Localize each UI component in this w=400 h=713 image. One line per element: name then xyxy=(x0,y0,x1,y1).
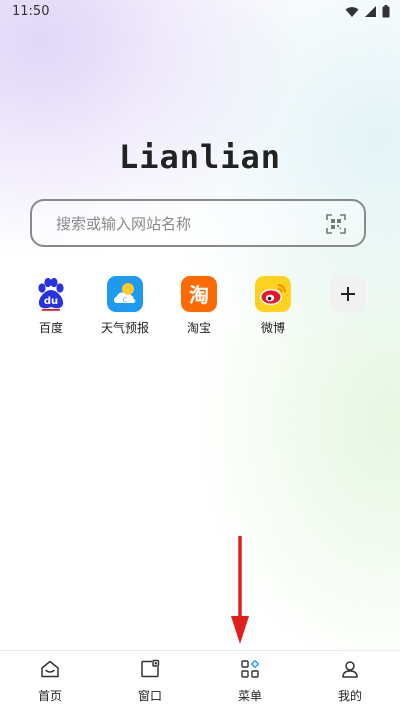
nav-profile[interactable]: 我的 xyxy=(320,659,380,704)
nav-label-profile: 我的 xyxy=(337,689,362,703)
shortcut-label-weather: 天气预报 xyxy=(100,321,149,335)
user-icon xyxy=(342,661,358,678)
bottom-nav: 首页 窗口 菜单 我的 xyxy=(0,650,400,713)
nav-label-menu: 菜单 xyxy=(237,689,262,703)
status-bar: 11:50 xyxy=(0,0,400,24)
nav-home[interactable]: 首页 xyxy=(20,659,80,704)
weather-icon: C xyxy=(107,276,143,312)
taobao-icon: 淘 xyxy=(181,276,217,312)
shortcut-weather[interactable]: C 天气预报 xyxy=(90,276,160,336)
annotation-arrow-icon xyxy=(231,536,249,644)
shortcut-weibo[interactable]: 微博 xyxy=(238,276,308,336)
shortcut-taobao[interactable]: 淘 淘宝 xyxy=(164,276,234,336)
menu-grid-icon xyxy=(241,660,259,678)
baidu-paw-icon: du xyxy=(33,276,69,312)
signal-icon xyxy=(365,6,376,17)
weibo-icon xyxy=(255,276,291,312)
shortcut-label-baidu: 百度 xyxy=(38,321,63,335)
svg-text:淘: 淘 xyxy=(189,283,209,307)
svg-text:du: du xyxy=(44,296,58,307)
plus-icon xyxy=(341,287,355,301)
window-icon xyxy=(141,659,160,678)
nav-label-home: 首页 xyxy=(37,689,62,703)
add-shortcut-button[interactable] xyxy=(330,276,366,312)
nav-menu[interactable]: 菜单 xyxy=(220,659,280,704)
wifi-icon xyxy=(345,6,359,17)
nav-label-window: 窗口 xyxy=(137,689,162,703)
status-time: 11:50 xyxy=(12,4,50,19)
nav-window[interactable]: 窗口 xyxy=(120,659,180,704)
shortcut-baidu[interactable]: du 百度 xyxy=(16,276,86,336)
search-box[interactable] xyxy=(30,199,366,247)
shortcut-label-weibo: 微博 xyxy=(260,321,285,335)
status-icons xyxy=(345,5,390,18)
home-icon xyxy=(41,660,59,678)
scan-icon[interactable] xyxy=(326,214,346,234)
search-input[interactable] xyxy=(56,212,316,236)
battery-icon xyxy=(382,5,390,18)
brand-title: Lianlian xyxy=(118,138,282,176)
shortcut-label-taobao: 淘宝 xyxy=(186,321,211,335)
svg-text:C: C xyxy=(123,297,127,304)
